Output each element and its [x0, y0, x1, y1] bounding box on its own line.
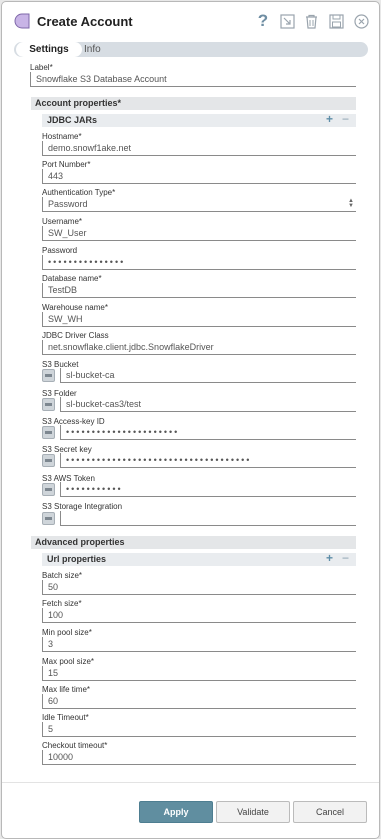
username-label: Username* [42, 217, 83, 226]
s3-aws-token-expression-toggle[interactable] [42, 483, 55, 496]
s3-folder-input[interactable]: sl-bucket-cas3/test [60, 397, 356, 412]
warehouse-input[interactable]: SW_WH [42, 312, 356, 327]
s3-access-key-input[interactable]: •••••••••••••••••••••• [60, 425, 356, 440]
tab-settings[interactable]: Settings [16, 42, 82, 57]
select-arrows-icon: ▲ ▼ [348, 198, 354, 209]
s3-storage-integration-label: S3 Storage Integration [42, 502, 123, 511]
port-input[interactable]: 443 [42, 169, 356, 184]
batch-size-input[interactable]: 50 [42, 580, 356, 595]
fetch-size-label: Fetch size* [42, 599, 82, 608]
apply-button[interactable]: Apply [139, 801, 213, 823]
auth-type-select[interactable]: Password ▲ ▼ [42, 197, 356, 212]
s3-access-key-expression-toggle[interactable] [42, 426, 55, 439]
jdbc-driver-input[interactable]: net.snowflake.client.jdbc.SnowflakeDrive… [42, 340, 356, 355]
help-icon[interactable]: ? [254, 11, 272, 30]
account-properties-header: Account properties* [31, 97, 356, 110]
max-pool-size-input[interactable]: 15 [42, 666, 356, 681]
add-url-property-plus-icon[interactable]: + [326, 552, 333, 565]
s3-bucket-expression-toggle[interactable] [42, 369, 55, 382]
fetch-size-input[interactable]: 100 [42, 608, 356, 623]
auth-type-label: Authentication Type* [42, 188, 116, 197]
title-bar: Create Account ? [2, 2, 379, 40]
idle-timeout-input[interactable]: 5 [42, 722, 356, 737]
snap-app-icon [14, 13, 30, 29]
s3-aws-token-input[interactable]: ••••••••••• [60, 482, 356, 497]
min-pool-size-input[interactable]: 3 [42, 637, 356, 652]
s3-storage-integration-input[interactable] [60, 511, 356, 526]
hostname-label: Hostname* [42, 132, 82, 141]
jdbc-driver-label: JDBC Driver Class [42, 331, 109, 340]
url-properties-label: Url properties [47, 554, 107, 564]
idle-timeout-label: Idle Timeout* [42, 713, 89, 722]
s3-bucket-input[interactable]: sl-bucket-ca [60, 368, 356, 383]
s3-secret-key-input[interactable]: •••••••••••••••••••••••••••••••••••• [60, 453, 356, 468]
checkout-timeout-label: Checkout timeout* [42, 741, 108, 750]
save-icon[interactable] [327, 12, 345, 30]
database-input[interactable]: TestDB [42, 283, 356, 298]
s3-storage-expression-toggle[interactable] [42, 512, 55, 525]
cancel-button[interactable]: Cancel [293, 801, 367, 823]
password-input[interactable]: ••••••••••••••• [42, 255, 356, 270]
label-input[interactable]: Snowflake S3 Database Account [30, 72, 356, 87]
validate-button[interactable]: Validate [216, 801, 290, 823]
checkout-timeout-input[interactable]: 10000 [42, 750, 356, 765]
add-jar-plus-icon[interactable]: + [326, 113, 333, 126]
s3-folder-expression-toggle[interactable] [42, 398, 55, 411]
url-properties-header: Url properties + − [42, 552, 356, 566]
auth-type-value: Password [48, 199, 88, 209]
hostname-input[interactable]: demo.snowf1ake.net [42, 141, 356, 156]
create-account-dialog: Create Account ? Settings Info Label* Sn… [1, 1, 380, 839]
footer-divider [2, 782, 379, 783]
close-icon[interactable] [352, 12, 370, 30]
export-icon[interactable] [278, 12, 296, 30]
max-life-time-input[interactable]: 60 [42, 694, 356, 709]
max-life-time-label: Max life time* [42, 685, 91, 694]
delete-icon[interactable] [302, 12, 320, 30]
tab-bar: Settings Info [14, 42, 368, 57]
jdbc-jars-label: JDBC JARs [47, 115, 98, 125]
username-input[interactable]: SW_User [42, 226, 356, 241]
tab-info[interactable]: Info [84, 42, 124, 57]
jdbc-jars-header: JDBC JARs + − [42, 113, 356, 127]
label-field-label: Label* [30, 63, 53, 72]
s3-secret-key-expression-toggle[interactable] [42, 454, 55, 467]
remove-jar-minus-icon[interactable]: − [342, 113, 349, 126]
database-label: Database name* [42, 274, 102, 283]
advanced-properties-header: Advanced properties [31, 536, 356, 549]
port-label: Port Number* [42, 160, 91, 169]
remove-url-property-minus-icon[interactable]: − [342, 552, 349, 565]
batch-size-label: Batch size* [42, 571, 83, 580]
warehouse-label: Warehouse name* [42, 303, 108, 312]
min-pool-size-label: Min pool size* [42, 628, 92, 637]
dialog-title: Create Account [37, 14, 133, 29]
password-label: Password [42, 246, 78, 255]
max-pool-size-label: Max pool size* [42, 657, 95, 666]
